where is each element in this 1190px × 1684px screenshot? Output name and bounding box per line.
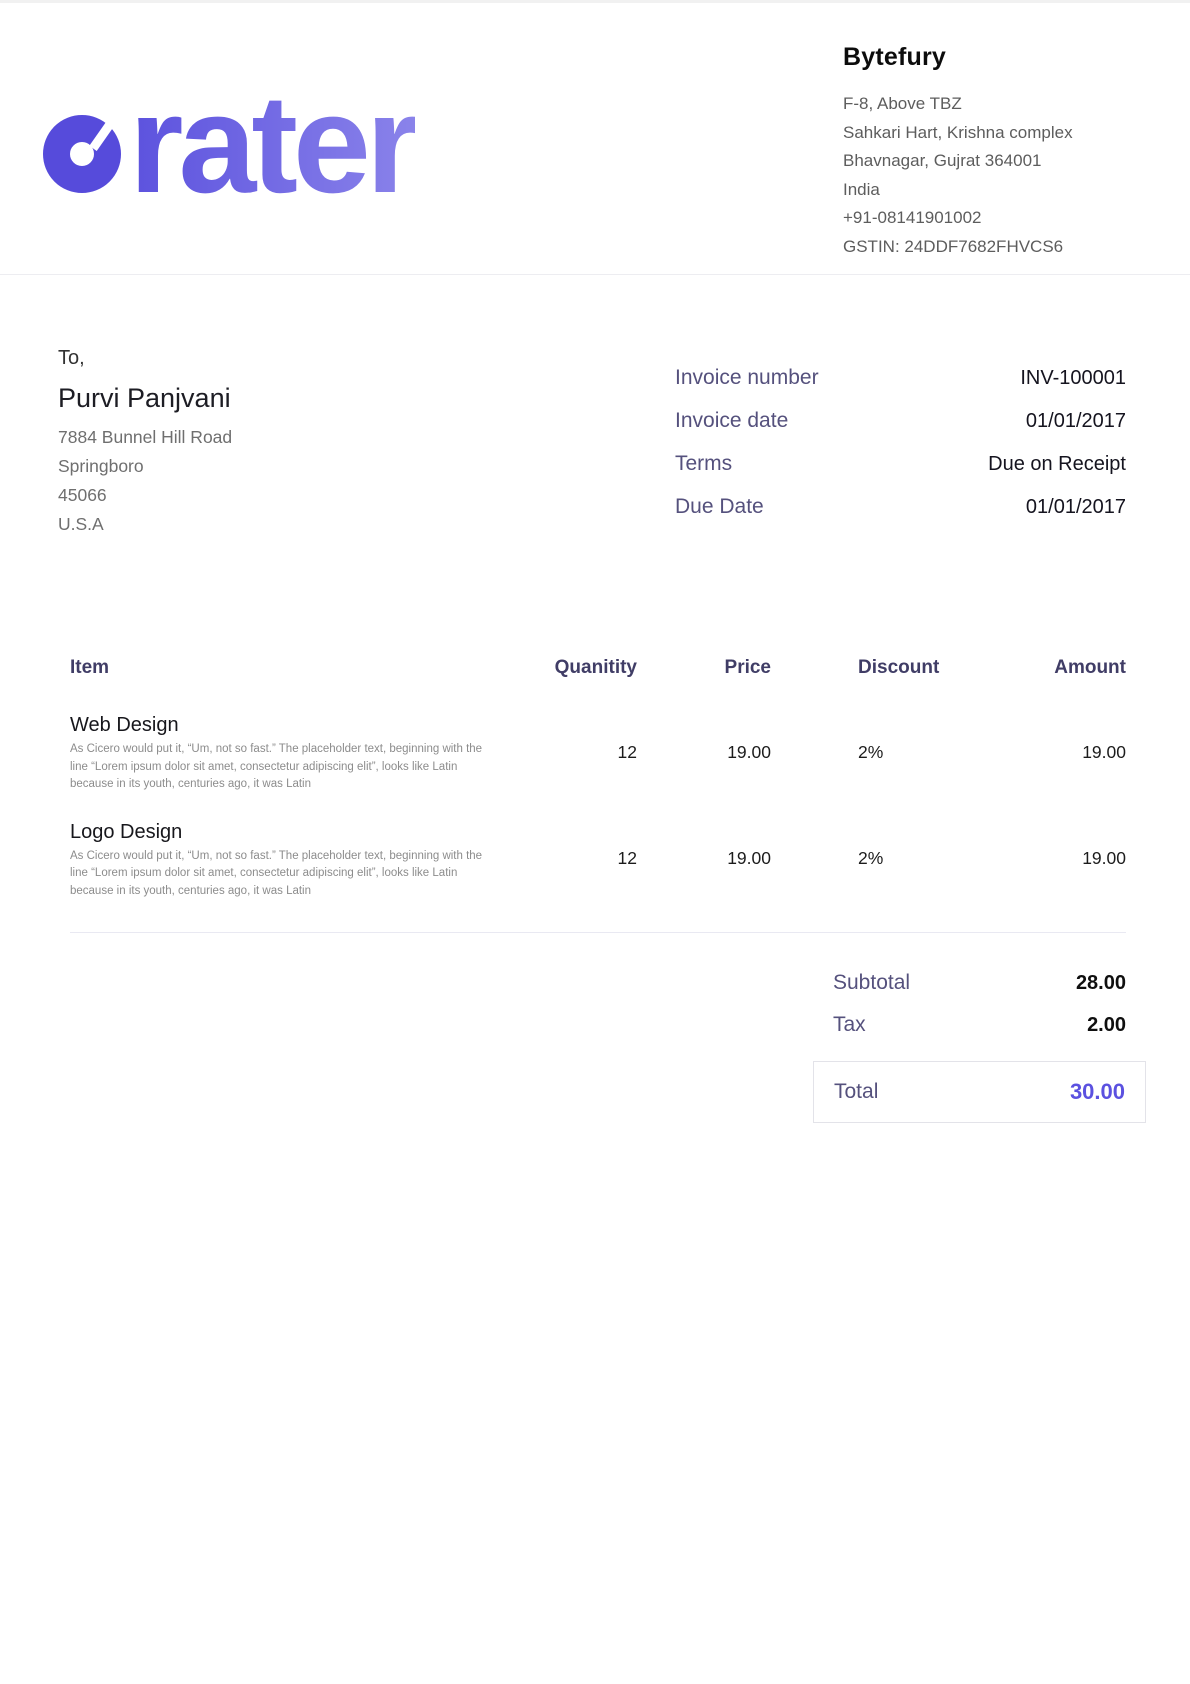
company-info: Bytefury F-8, Above TBZ Sahkari Hart, Kr… xyxy=(843,43,1163,261)
item-description: As Cicero would put it, “Um, not so fast… xyxy=(70,741,492,794)
invoice-date-label: Invoice date xyxy=(675,409,788,433)
invoice-header: rater Bytefury F-8, Above TBZ Sahkari Ha… xyxy=(0,3,1190,275)
item-amount: 19.00 xyxy=(964,742,1126,763)
column-header-item: Item xyxy=(70,657,520,679)
crater-logo: rater xyxy=(43,3,513,233)
grand-total-box: Total 30.00 xyxy=(813,1061,1146,1123)
invoice-meta: Invoice number INV-100001 Invoice date 0… xyxy=(675,364,1126,536)
column-header-quantity: Quanitity xyxy=(520,657,637,679)
meta-row: Invoice date 01/01/2017 xyxy=(675,407,1126,435)
items-table: Item Quanitity Price Discount Amount Web… xyxy=(70,657,1126,933)
subtotal-label: Subtotal xyxy=(833,971,910,995)
item-quantity: 12 xyxy=(520,848,637,869)
item-amount: 19.00 xyxy=(964,848,1126,869)
invoice-page: rater Bytefury F-8, Above TBZ Sahkari Ha… xyxy=(0,0,1190,1684)
meta-row: Invoice number INV-100001 xyxy=(675,364,1126,392)
company-phone: +91-08141901002 xyxy=(843,204,1163,233)
item-name: Logo Design xyxy=(70,818,520,846)
invoice-number-value: INV-100001 xyxy=(1020,367,1126,390)
column-header-price: Price xyxy=(637,657,771,679)
item-price: 19.00 xyxy=(637,742,771,763)
item-cell: Web Design As Cicero would put it, “Um, … xyxy=(70,711,520,794)
tax-row: Tax 2.00 xyxy=(813,1011,1146,1039)
tax-value: 2.00 xyxy=(1087,1014,1126,1037)
totals-section: Subtotal 28.00 Tax 2.00 Total 30.00 xyxy=(813,969,1146,1123)
item-name: Web Design xyxy=(70,711,520,739)
tax-label: Tax xyxy=(833,1013,866,1037)
due-date-value: 01/01/2017 xyxy=(1026,496,1126,519)
item-discount: 2% xyxy=(771,848,964,869)
item-cell: Logo Design As Cicero would put it, “Um,… xyxy=(70,818,520,901)
subtotal-row: Subtotal 28.00 xyxy=(813,969,1146,997)
item-discount: 2% xyxy=(771,742,964,763)
company-address-line: Sahkari Hart, Krishna complex xyxy=(843,119,1163,148)
item-price: 19.00 xyxy=(637,848,771,869)
column-header-discount: Discount xyxy=(771,657,964,679)
item-description: As Cicero would put it, “Um, not so fast… xyxy=(70,848,492,901)
column-header-amount: Amount xyxy=(964,657,1126,679)
subtotal-value: 28.00 xyxy=(1076,972,1126,995)
table-row: Web Design As Cicero would put it, “Um, … xyxy=(70,711,1126,794)
company-address-line: India xyxy=(843,176,1163,205)
terms-label: Terms xyxy=(675,452,732,476)
table-row: Logo Design As Cicero would put it, “Um,… xyxy=(70,818,1126,901)
due-date-label: Due Date xyxy=(675,495,764,519)
billing-section: To, Purvi Panjvani 7884 Bunnel Hill Road… xyxy=(0,275,1190,539)
meta-row: Terms Due on Receipt xyxy=(675,450,1126,478)
table-header-row: Item Quanitity Price Discount Amount xyxy=(70,657,1126,679)
logo-wordmark: rater xyxy=(129,74,415,214)
company-address-line: Bhavnagar, Gujrat 364001 xyxy=(843,147,1163,176)
invoice-date-value: 01/01/2017 xyxy=(1026,410,1126,433)
terms-value: Due on Receipt xyxy=(988,453,1126,476)
total-label: Total xyxy=(834,1080,878,1104)
company-address-line: F-8, Above TBZ xyxy=(843,90,1163,119)
meta-row: Due Date 01/01/2017 xyxy=(675,493,1126,521)
company-name: Bytefury xyxy=(843,43,1163,72)
table-body: Web Design As Cicero would put it, “Um, … xyxy=(70,711,1126,933)
invoice-number-label: Invoice number xyxy=(675,366,819,390)
company-gstin: GSTIN: 24DDF7682FHVCS6 xyxy=(843,233,1163,262)
total-value: 30.00 xyxy=(1070,1079,1125,1105)
item-quantity: 12 xyxy=(520,742,637,763)
